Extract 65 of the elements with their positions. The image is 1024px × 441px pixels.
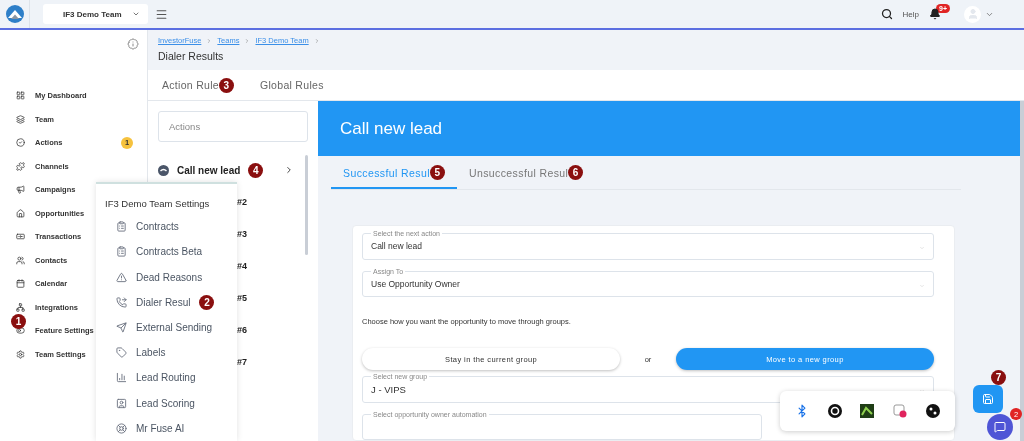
result-tab[interactable]: Unsuccessful Resul 6 <box>456 159 596 189</box>
page-title: Dialer Results <box>158 50 225 62</box>
rule-tab[interactable]: Global Rules <box>260 79 324 91</box>
users-icon <box>16 255 25 265</box>
menu-item[interactable]: Dead Reasons <box>105 264 237 290</box>
result-tab[interactable]: Successful Resul 5 <box>331 159 457 189</box>
rule-tab[interactable]: Action Rule 3 <box>162 77 234 93</box>
callout-marker: 5 <box>429 165 445 180</box>
bar-chart-icon <box>116 372 127 384</box>
settings-icon <box>16 349 25 359</box>
menu-item[interactable]: External Sending <box>105 314 237 341</box>
menu-icon[interactable] <box>155 7 168 21</box>
grid-icon <box>16 91 25 101</box>
chat-icon <box>994 421 1006 433</box>
search-icon[interactable] <box>880 8 893 20</box>
team-select[interactable]: IF3 Demo Team <box>43 4 148 24</box>
callout-marker: 4 <box>248 162 264 178</box>
menu-item[interactable]: Contracts Beta <box>105 239 237 265</box>
check-circle-icon <box>16 138 25 148</box>
callout-marker: 3 <box>219 77 234 93</box>
banknote-icon <box>16 232 25 242</box>
chart-icon[interactable] <box>860 404 875 418</box>
menu-item[interactable]: Lead Scoring <box>105 390 237 416</box>
chevron-icon <box>313 37 320 44</box>
callout-marker: 7 <box>991 370 1006 385</box>
detail-header: Call new lead <box>318 101 1020 156</box>
action-item[interactable]: Call new lead 4 <box>158 154 308 186</box>
lifebuoy-icon <box>116 422 127 434</box>
clipboard-icon <box>116 221 127 233</box>
callout-marker: 1 <box>11 314 26 329</box>
callout-marker: 2 <box>199 294 215 310</box>
house-icon <box>16 208 25 218</box>
tag-icon <box>116 347 127 359</box>
logo-icon <box>5 5 24 23</box>
menu-item[interactable]: Mr Fuse AI <box>105 415 237 441</box>
menu-item[interactable]: Labels <box>105 340 237 366</box>
menu-title: IF3 Demo Team Settings <box>105 198 211 209</box>
chevron-icon <box>284 165 294 175</box>
warning-icon <box>116 271 127 283</box>
actions-search-field[interactable]: Actions <box>158 111 308 142</box>
toggle-icon <box>16 326 25 336</box>
chat-button[interactable] <box>987 414 1013 440</box>
menu-item[interactable]: Lead Routing <box>105 365 237 391</box>
help-link[interactable]: Help <box>902 9 919 19</box>
network-icon <box>16 302 25 312</box>
phone-icon <box>116 296 127 308</box>
phone-circle-icon <box>158 164 169 176</box>
send-icon <box>116 322 127 333</box>
chevron-icon <box>206 37 213 44</box>
save-button[interactable] <box>973 385 1003 413</box>
save-icon <box>982 393 994 405</box>
clipboard-icon <box>116 246 127 258</box>
menu-item[interactable]: Dialer Resul 2 <box>105 289 237 315</box>
calendar-icon <box>16 279 25 289</box>
ring-icon[interactable] <box>827 404 842 418</box>
caret-icon <box>132 10 140 18</box>
menu-item[interactable]: Contracts <box>105 214 237 240</box>
chevron-icon <box>244 37 251 44</box>
layers-icon <box>16 114 25 124</box>
circle-icon[interactable] <box>925 404 940 418</box>
callout-marker: 6 <box>568 165 584 180</box>
bell-icon[interactable] <box>929 8 941 20</box>
scrollbar[interactable] <box>305 155 308 255</box>
id-card-icon <box>116 397 127 409</box>
megaphone-icon <box>16 185 25 195</box>
